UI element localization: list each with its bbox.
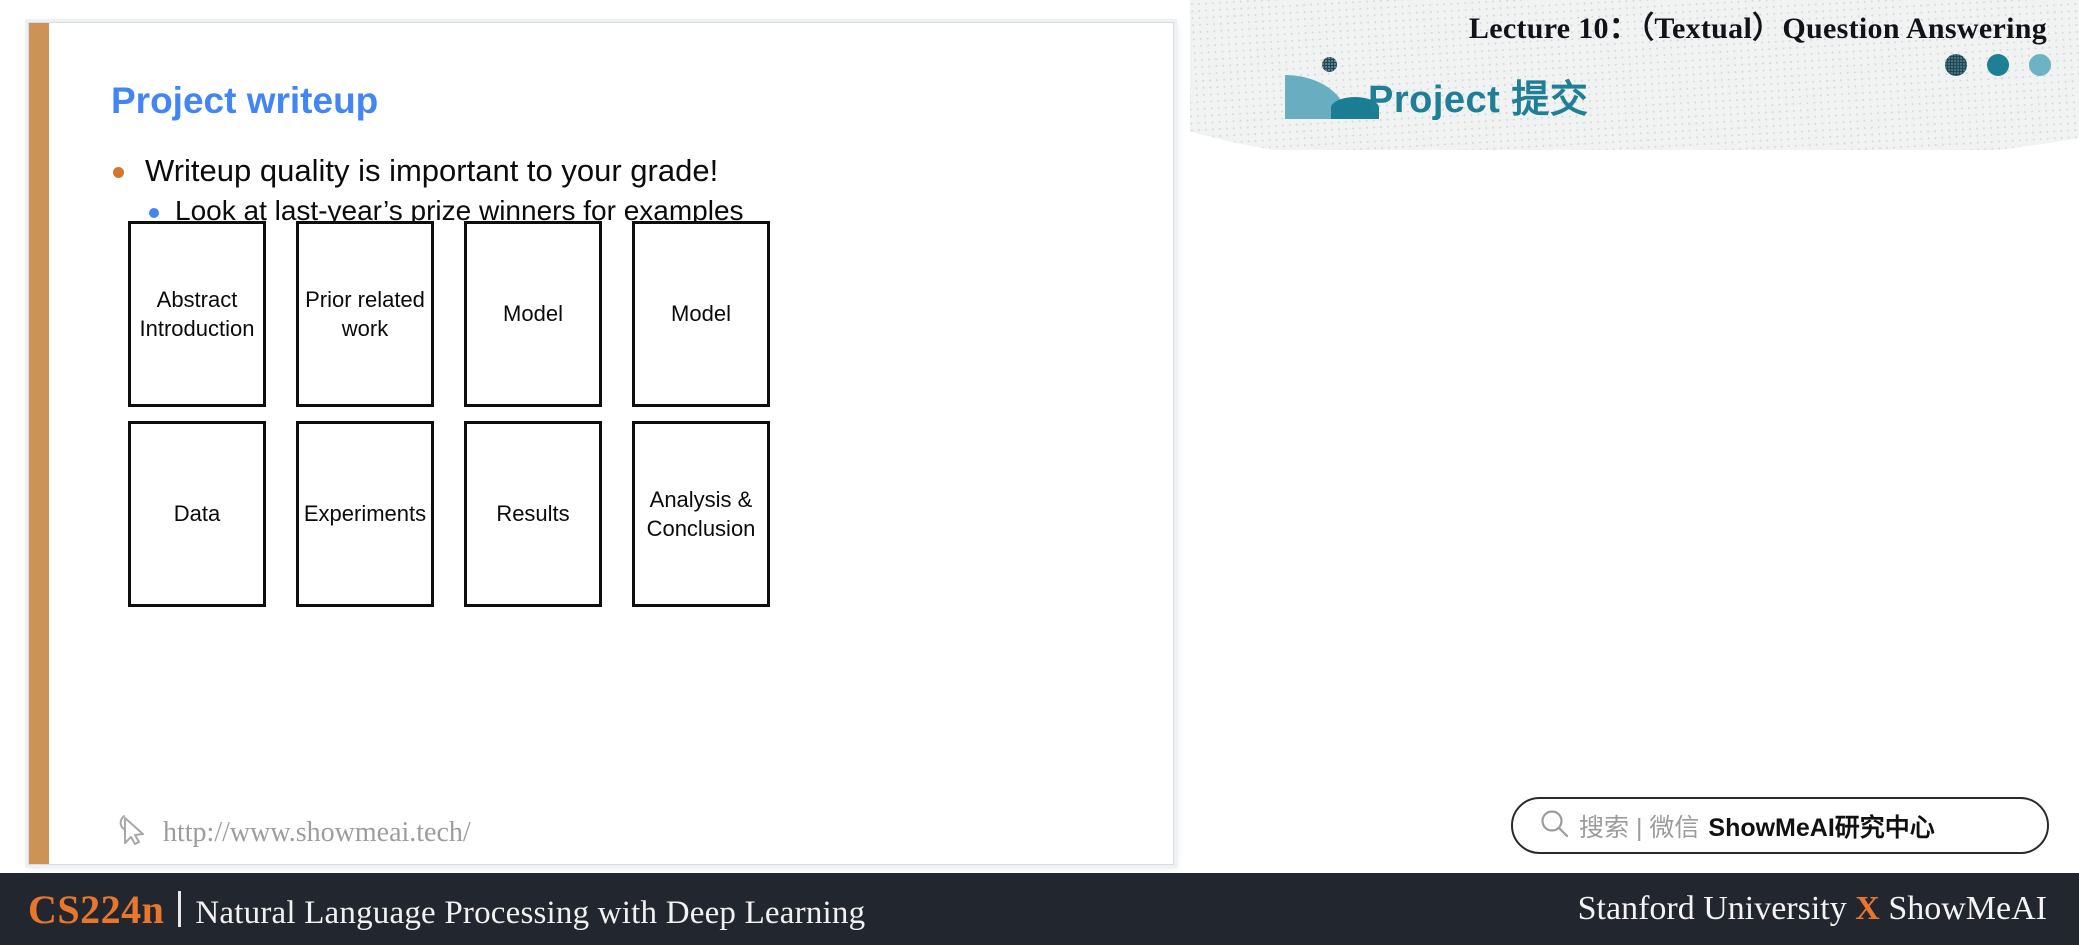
writeup-box-model-2: Model	[632, 221, 770, 407]
writeup-box-line: work	[341, 316, 389, 341]
circle-teal-icon	[1987, 54, 2009, 76]
header-dots-group	[1945, 54, 2051, 76]
footer-course-name: Natural Language Processing with Deep Le…	[195, 894, 866, 931]
writeup-box-line: Analysis &	[649, 486, 753, 512]
lecture-title: Lecture 10：（Textual）Question Answering	[1468, 12, 2047, 45]
writeup-box-line: Prior related	[305, 286, 425, 312]
writeup-box-line: Abstract	[156, 286, 238, 312]
writeup-box-experiments: Experiments	[296, 421, 434, 607]
bullet-item-primary: Writeup quality is important to your gra…	[113, 153, 718, 189]
brand-title: Project 提交	[1368, 79, 1589, 121]
slide-title: Project writeup	[111, 80, 379, 121]
writeup-box-line: Experiments	[303, 501, 427, 527]
cursor-icon	[117, 813, 151, 852]
writeup-box-line: Model	[671, 301, 731, 327]
footer-course-code: CS224n	[28, 886, 165, 932]
writeup-box-abstract-introduction: Abstract Introduction	[128, 221, 266, 407]
writeup-box-label: Data	[169, 499, 225, 528]
writeup-box-label: Model	[666, 299, 736, 328]
writeup-box-label: Prior related work	[300, 285, 430, 343]
writeup-structure-grid: Abstract Introduction Prior related work…	[128, 221, 788, 607]
circle-dark-icon	[1945, 54, 1967, 76]
writeup-box-row: Abstract Introduction Prior related work…	[128, 221, 788, 407]
search-icon	[1539, 808, 1570, 844]
footer-bar: CS224n Natural Language Processing with …	[0, 873, 2079, 945]
bullet-dot-icon	[149, 208, 159, 218]
search-brand-label: ShowMeAI研究中心	[1708, 813, 1935, 842]
writeup-box-line: Introduction	[139, 316, 255, 341]
watermark: http://www.showmeai.tech/	[117, 813, 471, 852]
footer-affiliation-left: Stanford University	[1577, 890, 1847, 927]
slide-canvas: Project writeup Writeup quality is impor…	[28, 22, 1174, 865]
writeup-box-label: Experiments	[299, 499, 431, 528]
search-placeholder: 搜索 | 微信	[1579, 813, 1700, 842]
bullet-dot-icon	[113, 167, 124, 178]
circle-light-teal-icon	[2029, 54, 2051, 76]
search-bar[interactable]: 搜索 | 微信 ShowMeAI研究中心	[1511, 797, 2049, 854]
footer-course-block: CS224n Natural Language Processing with …	[28, 886, 865, 933]
slide-accent-bar	[29, 23, 49, 864]
writeup-box-line: Results	[496, 501, 570, 527]
writeup-box-line: Conclusion	[646, 516, 756, 541]
footer-affiliation-right: ShowMeAI	[1888, 890, 2047, 927]
writeup-box-line: Model	[503, 301, 563, 327]
writeup-box-label: Analysis & Conclusion	[642, 485, 761, 543]
writeup-box-data: Data	[128, 421, 266, 607]
writeup-box-label: Model	[498, 299, 568, 328]
writeup-box-row: Data Experiments Results Analysis & Conc…	[128, 421, 788, 607]
bullet-text: Writeup quality is important to your gra…	[145, 153, 719, 188]
writeup-box-prior-related-work: Prior related work	[296, 221, 434, 407]
writeup-box-model-1: Model	[464, 221, 602, 407]
writeup-box-label: Abstract Introduction	[135, 285, 260, 343]
writeup-box-label: Results	[491, 499, 574, 528]
writeup-box-analysis-conclusion: Analysis & Conclusion	[632, 421, 770, 607]
watermark-url: http://www.showmeai.tech/	[163, 816, 471, 848]
footer-affiliation: Stanford University X ShowMeAI	[1578, 890, 2047, 928]
footer-affiliation-x: X	[1855, 890, 1880, 927]
writeup-box-results: Results	[464, 421, 602, 607]
footer-divider	[178, 890, 182, 927]
writeup-box-line: Data	[173, 501, 221, 527]
logo-dot-icon	[1322, 57, 1337, 72]
